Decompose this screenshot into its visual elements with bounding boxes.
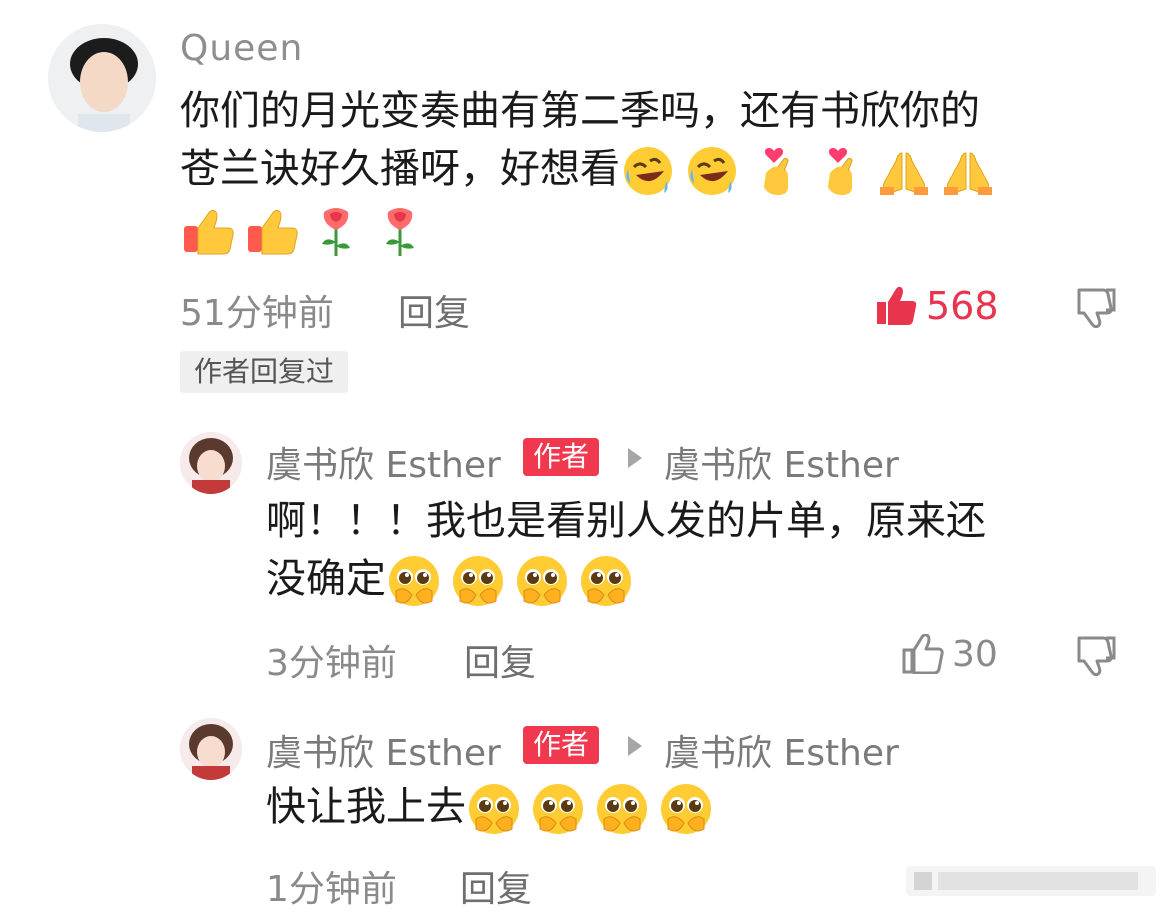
thumbs-up-liked-icon[interactable] — [876, 286, 918, 326]
thumbs-down-icon[interactable] — [1076, 634, 1118, 677]
folded-hands-icon — [876, 143, 932, 199]
comment-text-line2-text: 苍兰诀好久播呀，好想看 — [180, 146, 620, 192]
comment-text-line1: 你们的月光变奏曲有第二季吗，还有书欣你的 — [180, 88, 980, 134]
like-count: 568 — [926, 284, 999, 328]
avatar[interactable] — [180, 432, 242, 494]
pleading-face-icon — [530, 781, 586, 837]
avatar[interactable] — [180, 718, 242, 780]
reply-button[interactable]: 回复 — [398, 284, 470, 336]
reply-author-name[interactable]: 虞书欣 Esther — [266, 724, 501, 776]
reply-text-line1: 啊！！！我也是看别人发的片单，原来还 — [266, 498, 986, 544]
rose-icon — [372, 202, 428, 258]
pleading-face-icon — [386, 553, 442, 609]
reply-time: 1分钟前 — [266, 869, 397, 910]
reply-to-name[interactable]: 虞书欣 Esther — [664, 724, 899, 776]
thumbs-down-icon[interactable] — [1076, 286, 1118, 329]
reply-text-line2-text: 没确定 — [266, 556, 386, 602]
reply-time: 3分钟前 — [266, 643, 397, 684]
pleading-face-icon — [594, 781, 650, 837]
pleading-face-icon — [450, 553, 506, 609]
author-badge: 作者 — [523, 438, 600, 476]
finger-heart-icon — [748, 143, 804, 199]
pleading-face-icon — [578, 553, 634, 609]
comment-text-line3 — [180, 199, 1140, 258]
thumbs-up-icon — [244, 202, 300, 258]
thumbs-up-icon — [180, 202, 236, 258]
rose-icon — [308, 202, 364, 258]
reply-avatar-image — [180, 432, 242, 494]
reply-text-line1: 快让我上去 — [266, 784, 466, 830]
reply-text: 快让我上去 — [266, 778, 1126, 837]
reply-button[interactable]: 回复 — [464, 634, 536, 686]
reply-to-arrow-icon — [628, 448, 642, 468]
like-count: 30 — [952, 634, 998, 675]
user-avatar-image — [48, 24, 156, 132]
watermark-logo — [906, 862, 1156, 900]
reply-to-arrow-icon — [628, 736, 642, 756]
thumbs-up-icon[interactable] — [902, 633, 944, 675]
folded-hands-icon — [940, 143, 996, 199]
author-badge: 作者 — [523, 726, 600, 764]
comment-author-name[interactable]: Queen — [180, 28, 303, 69]
pleading-face-icon — [466, 781, 522, 837]
comment-text: 你们的月光变奏曲有第二季吗，还有书欣你的 苍兰诀好久播呀，好想看 — [180, 82, 1140, 258]
comment-time: 51分钟前 — [180, 293, 334, 334]
reply-to-name[interactable]: 虞书欣 Esther — [664, 436, 899, 488]
pleading-face-icon — [658, 781, 714, 837]
reply-text: 啊！！！我也是看别人发的片单，原来还 没确定 — [266, 492, 1126, 609]
reply-author-name[interactable]: 虞书欣 Esther — [266, 436, 501, 488]
finger-heart-icon — [812, 143, 868, 199]
reply-avatar-image — [180, 718, 242, 780]
pleading-face-icon — [514, 553, 570, 609]
author-replied-tag[interactable]: 作者回复过 — [180, 351, 349, 393]
reply-button[interactable]: 回复 — [460, 860, 532, 912]
rofl-face-icon — [684, 143, 740, 199]
reply-text-line2: 没确定 — [266, 550, 1126, 609]
rofl-face-icon — [620, 143, 676, 199]
comment-text-line2: 苍兰诀好久播呀，好想看 — [180, 140, 1140, 199]
avatar[interactable] — [48, 24, 156, 132]
